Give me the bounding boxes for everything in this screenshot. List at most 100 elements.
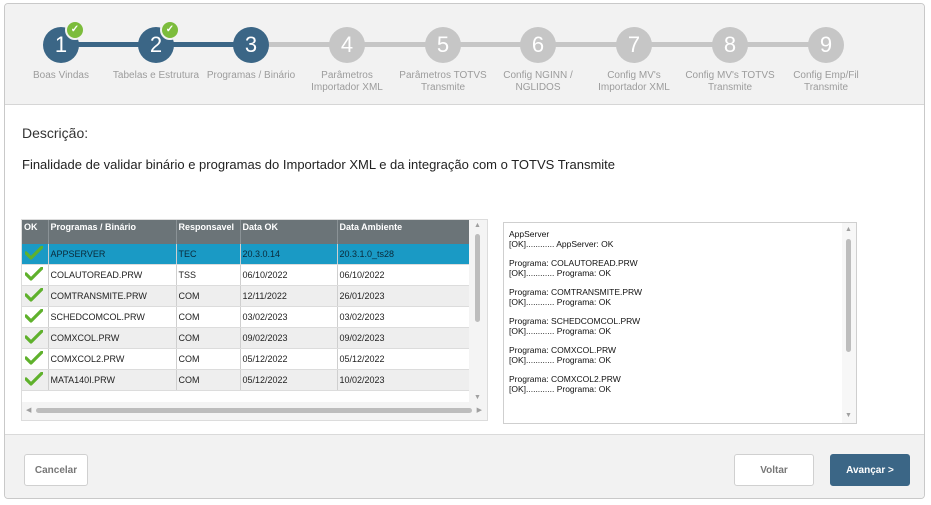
cell-responsavel: COM (176, 348, 241, 370)
log-entry-result: [OK]............ Programa: OK (509, 325, 612, 336)
column-header-responsavel[interactable]: Responsavel (176, 220, 241, 244)
step-7[interactable]: 7 Config MV's Importador XML (589, 27, 679, 94)
column-header-data-ok[interactable]: Data OK (240, 220, 338, 244)
cell-data-ok: 20.3.0.14 (240, 244, 338, 265)
grid-vertical-scroll-thumb[interactable] (475, 234, 480, 322)
log-entry: Programa: COMTRANSMITE.PRW [OK].........… (509, 287, 839, 307)
log-entry: Programa: SCHEDCOMCOL.PRW [OK]..........… (509, 316, 839, 336)
checkmark-icon (24, 329, 44, 346)
step-1-number: 1 (54, 32, 68, 57)
log-entry-result: [OK]............ Programa: OK (509, 267, 612, 278)
programs-grid[interactable]: OK Programas / Binário Responsavel Data … (21, 219, 488, 421)
column-header-ok[interactable]: OK (22, 220, 49, 244)
step-5-label: Parâmetros TOTVS Transmite (399, 70, 487, 93)
grid-header-row: OK Programas / Binário Responsavel Data … (22, 220, 471, 244)
cell-program: COMXCOL2.PRW (48, 348, 177, 370)
scroll-left-icon[interactable]: ◀ (26, 406, 31, 414)
step-1-label: Boas Vindas (33, 70, 89, 81)
step-9-label: Config Emp/Fil Transmite (793, 70, 859, 93)
validation-log[interactable]: AppServer [OK]............ AppServer: OK… (503, 222, 857, 424)
log-entry: AppServer [OK]............ AppServer: OK (509, 229, 839, 249)
cell-program: COMXCOL.PRW (48, 327, 177, 349)
log-entry-result: [OK]............ Programa: OK (509, 354, 612, 365)
log-vertical-scroll-thumb[interactable] (846, 239, 851, 352)
grid-vertical-scrollbar[interactable]: ▲ ▼ (469, 220, 487, 404)
table-row[interactable]: SCHEDCOMCOL.PRW COM 03/02/2023 03/02/202… (22, 306, 471, 328)
scroll-down-icon[interactable]: ▼ (474, 394, 481, 401)
checkmark-icon (24, 350, 44, 367)
wizard-window: 1 ✓ Boas Vindas 2 ✓ Tabelas e Estrutura … (4, 3, 925, 499)
step-5-number: 5 (436, 32, 450, 57)
step-6-label: Config NGINN / NGLIDOS (503, 70, 573, 93)
grid-horizontal-scroll-thumb[interactable] (36, 408, 472, 413)
step-1[interactable]: 1 ✓ Boas Vindas (16, 20, 106, 82)
step-7-number: 7 (627, 32, 641, 57)
step-4[interactable]: 4 Parâmetros Importador XML (302, 27, 392, 94)
table-row[interactable]: COMXCOL2.PRW COM 05/12/2022 05/12/2022 (22, 348, 471, 370)
step-3[interactable]: 3 Programas / Binário (206, 27, 296, 82)
step-6-circle: 6 (520, 27, 556, 63)
checkmark-icon (24, 266, 44, 283)
step-6[interactable]: 6 Config NGINN / NGLIDOS (493, 27, 583, 94)
checkmark-icon (24, 371, 44, 388)
cell-program: SCHEDCOMCOL.PRW (48, 306, 177, 328)
checkmark-icon (24, 287, 44, 304)
cell-data-ambiente: 26/01/2023 (337, 285, 471, 307)
step-9[interactable]: 9 Config Emp/Fil Transmite (781, 27, 871, 94)
check-icon: ✓ (65, 20, 85, 40)
step-2[interactable]: 2 ✓ Tabelas e Estrutura (111, 20, 201, 82)
step-6-number: 6 (531, 32, 545, 57)
cell-program: APPSERVER (48, 244, 177, 265)
step-2-circle: 2 ✓ (138, 20, 180, 63)
cell-program: COMTRANSMITE.PRW (48, 285, 177, 307)
cell-data-ambiente: 10/02/2023 (337, 369, 471, 391)
grid-horizontal-scrollbar[interactable]: ◀ ▶ (22, 402, 487, 420)
next-button[interactable]: Avançar > (830, 454, 910, 486)
step-9-number: 9 (819, 32, 833, 57)
description-text: Finalidade de validar binário e programa… (22, 157, 616, 172)
step-8[interactable]: 8 Config MV's TOTVS Transmite (685, 27, 775, 94)
cell-program: COLAUTOREAD.PRW (48, 264, 177, 286)
column-header-program[interactable]: Programas / Binário (48, 220, 177, 244)
step-4-circle: 4 (329, 27, 365, 63)
log-vertical-scrollbar[interactable]: ▲ ▼ (842, 223, 856, 423)
table-row[interactable]: MATA140I.PRW COM 05/12/2022 10/02/2023 (22, 369, 471, 391)
table-row[interactable]: APPSERVER TEC 20.3.0.14 20.3.1.0_ts28 (22, 244, 471, 265)
table-row[interactable]: COLAUTOREAD.PRW TSS 06/10/2022 06/10/202… (22, 264, 471, 286)
step-7-circle: 7 (616, 27, 652, 63)
programs-table: OK Programas / Binário Responsavel Data … (22, 220, 471, 391)
column-header-data-ambiente[interactable]: Data Ambiente (337, 220, 471, 244)
cell-data-ok: 05/12/2022 (240, 348, 338, 370)
cell-data-ambiente: 20.3.1.0_ts28 (337, 244, 471, 265)
validation-log-content: AppServer [OK]............ AppServer: OK… (509, 229, 839, 404)
check-icon: ✓ (160, 20, 180, 40)
cell-responsavel: COM (176, 369, 241, 391)
cell-data-ambiente: 03/02/2023 (337, 306, 471, 328)
step-2-number: 2 (149, 32, 163, 57)
scroll-right-icon[interactable]: ▶ (477, 406, 482, 414)
cell-data-ok: 05/12/2022 (240, 369, 338, 391)
log-entry-result: [OK]............ Programa: OK (509, 296, 612, 307)
cell-data-ambiente: 06/10/2022 (337, 264, 471, 286)
cell-data-ambiente: 05/12/2022 (337, 348, 471, 370)
cell-responsavel: TEC (176, 244, 241, 265)
checkmark-icon (24, 245, 44, 262)
scroll-down-icon[interactable]: ▼ (845, 412, 852, 419)
log-entry: Programa: COLAUTOREAD.PRW [OK]..........… (509, 258, 839, 278)
cell-program: MATA140I.PRW (48, 369, 177, 391)
scroll-up-icon[interactable]: ▲ (474, 222, 481, 229)
log-entry: Programa: COMXCOL.PRW [OK]............ P… (509, 345, 839, 365)
step-5[interactable]: 5 Parâmetros TOTVS Transmite (398, 27, 488, 94)
wizard-footer: Cancelar Voltar Avançar > (5, 434, 924, 498)
scroll-up-icon[interactable]: ▲ (845, 226, 852, 233)
step-4-number: 4 (340, 32, 354, 57)
description-label: Descrição: (22, 125, 89, 141)
step-3-label: Programas / Binário (206, 70, 296, 81)
step-8-number: 8 (723, 32, 737, 57)
back-button[interactable]: Voltar (734, 454, 814, 486)
cell-responsavel: COM (176, 327, 241, 349)
table-row[interactable]: COMXCOL.PRW COM 09/02/2023 09/02/2023 (22, 327, 471, 349)
cell-data-ambiente: 09/02/2023 (337, 327, 471, 349)
table-row[interactable]: COMTRANSMITE.PRW COM 12/11/2022 26/01/20… (22, 285, 471, 307)
cancel-button[interactable]: Cancelar (24, 454, 88, 486)
